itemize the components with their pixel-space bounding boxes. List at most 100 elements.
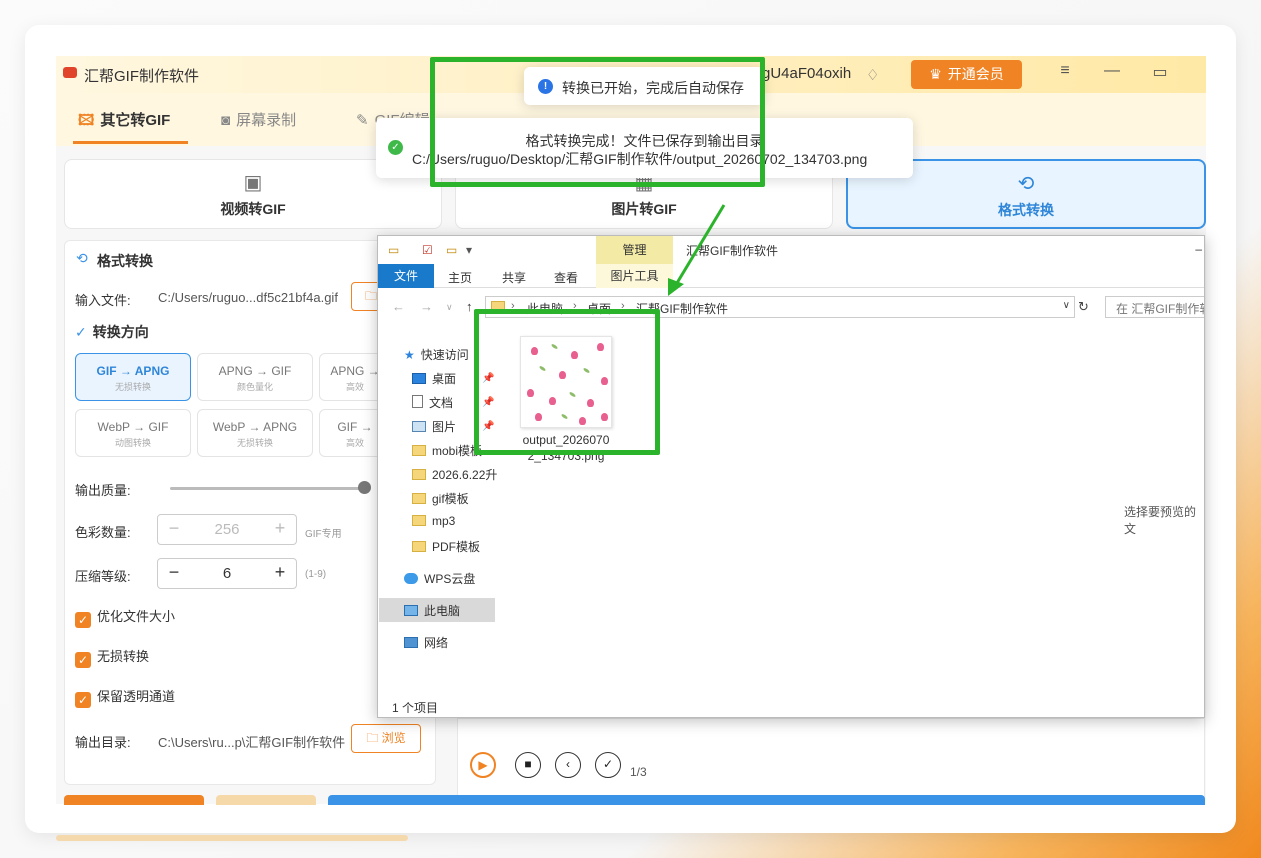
tab-other-to-gif[interactable]: 🖾 其它转GIF (78, 109, 170, 135)
option-webp-to-gif[interactable]: WebP → GIF 动图转换 (75, 409, 191, 457)
plus-icon[interactable]: + (270, 518, 290, 539)
back-icon[interactable]: ← (392, 299, 405, 314)
up-icon[interactable]: ↑ (466, 299, 473, 314)
tree-network[interactable]: 网络 (404, 634, 448, 651)
network-icon (404, 637, 418, 648)
option-sub: 动图转换 (114, 438, 151, 448)
output-label: 输出目录: (75, 735, 131, 750)
direction-title-text: 转换方向 (92, 324, 149, 340)
option-gif-to-apng[interactable]: GIF → APNG 无损转换 (75, 353, 191, 401)
confirm-button[interactable]: ✓ (595, 752, 621, 778)
compress-label: 压缩等级: (75, 569, 131, 584)
hamburger-icon[interactable]: ≡ (1054, 62, 1076, 80)
minus-icon[interactable]: − (164, 518, 184, 539)
tree-label: 网络 (424, 636, 449, 650)
star-icon: ★ (404, 348, 415, 362)
ribbon-tabs: 文件 主页 共享 查看 图片工具 (378, 264, 1204, 288)
vip-button[interactable]: ♛ 开通会员 (911, 60, 1022, 89)
properties-icon[interactable]: ☑ (422, 243, 433, 257)
highlight-box-file (474, 309, 660, 455)
close-icon[interactable]: – (1195, 242, 1202, 256)
check-optimize-size[interactable]: ✓ 优化文件大小 (75, 606, 175, 628)
play-button[interactable]: ▶ (470, 752, 496, 778)
check-icon: ✓ (602, 757, 614, 771)
direction-title: ✓ 转换方向 (75, 322, 149, 342)
checkbox-checked-icon[interactable]: ✓ (75, 652, 91, 668)
checkbox-checked-icon[interactable]: ✓ (75, 612, 91, 628)
chevron-down-icon[interactable]: ∨ (1063, 300, 1070, 311)
camera-icon: ◙ (221, 112, 231, 129)
checkbox-checked-icon[interactable]: ✓ (75, 692, 91, 708)
plus-icon[interactable]: + (270, 562, 290, 583)
tree-label: mp3 (432, 514, 456, 528)
tree-wps-cloud[interactable]: WPS云盘 (404, 570, 475, 587)
option-apng-to-gif[interactable]: APNG → GIF 颜色量化 (197, 353, 313, 401)
ribbon-home[interactable]: 主页 (448, 269, 472, 286)
ribbon-manage[interactable]: 管理 (596, 236, 673, 264)
output-browse-button[interactable]: 🗀 浏览 (351, 724, 421, 753)
quality-slider-handle[interactable] (357, 481, 371, 494)
colors-stepper[interactable]: − 256 + (157, 514, 297, 545)
chevron-left-icon: ‹ (566, 757, 570, 771)
app-logo-icon (63, 67, 77, 78)
folder-icon[interactable]: ▭ (388, 243, 399, 257)
new-folder-icon[interactable]: ▭ (446, 243, 457, 257)
folder-icon: 🗀 (364, 289, 377, 303)
maximize-icon[interactable]: ▭ (1149, 62, 1171, 82)
tree-quick-access[interactable]: ★ 快速访问 (404, 346, 469, 363)
tree-label: 此电脑 (424, 604, 461, 618)
folder-icon (412, 469, 426, 480)
pictures-icon (412, 421, 426, 432)
tree-pictures[interactable]: 图片 (412, 418, 456, 435)
tree-label: gif模板 (432, 492, 469, 506)
refresh-icon[interactable]: ↻ (1078, 299, 1089, 315)
quality-slider[interactable] (170, 487, 370, 490)
tree-documents[interactable]: 文档 (412, 394, 453, 411)
option-main: APNG → GIF (218, 364, 292, 378)
dropdown-icon[interactable]: ▾ (466, 243, 472, 257)
prev-button[interactable]: ‹ (555, 752, 581, 778)
secondary-button-edge[interactable] (216, 795, 316, 805)
minimize-icon[interactable]: — (1101, 62, 1123, 80)
tree-desktop[interactable]: 桌面 (412, 370, 456, 387)
start-button-edge[interactable] (64, 795, 204, 805)
folder-icon (412, 515, 426, 526)
tree-label: 2026.6.22升 (432, 468, 498, 482)
check-lossless[interactable]: ✓ 无损转换 (75, 646, 149, 668)
search-input[interactable]: 在 汇帮GIF制作软 (1105, 296, 1204, 318)
compress-stepper[interactable]: − 6 + (157, 558, 297, 589)
tree-this-pc[interactable]: 此电脑 (404, 602, 460, 619)
ribbon-share[interactable]: 共享 (502, 269, 526, 286)
stop-button[interactable]: ■ (515, 752, 541, 778)
option-main: GIF → APNG (96, 364, 170, 378)
tree-folder-pdf[interactable]: PDF模板 (412, 538, 480, 555)
tree-label: 文档 (429, 396, 454, 410)
tree-folder-mobi[interactable]: mobi模板 (412, 442, 482, 459)
ribbon-picture-tools[interactable]: 图片工具 (596, 264, 673, 288)
tree-label: 桌面 (432, 372, 457, 386)
ribbon-view[interactable]: 查看 (554, 269, 578, 286)
forward-icon[interactable]: → (420, 299, 433, 314)
minus-icon[interactable]: − (164, 562, 184, 583)
tree-folder-mp3[interactable]: mp3 (412, 514, 455, 528)
app-title: 汇帮GIF制作软件 (84, 68, 199, 85)
tab-screen-record[interactable]: ◙ 屏幕录制 (221, 109, 296, 130)
chevron-down-icon[interactable]: ∨ (446, 302, 453, 313)
option-webp-to-apng[interactable]: WebP → APNG 无损转换 (197, 409, 313, 457)
document-icon (412, 395, 423, 408)
ribbon-file[interactable]: 文件 (378, 264, 434, 288)
tree-folder-date[interactable]: 2026.6.22升 (412, 466, 497, 483)
play-icon: ▶ (478, 758, 488, 772)
check-keep-alpha[interactable]: ✓ 保留透明通道 (75, 686, 175, 708)
diamond-icon: ♢ (866, 67, 880, 84)
folder-icon (412, 493, 426, 504)
option-sub: 无损转换 (236, 438, 273, 448)
file-explorer-window: ▭ ☑ ▭ ▾ 管理 汇帮GIF制作软件 – 文件 主页 共享 查看 图片工具 … (377, 235, 1205, 718)
tree-folder-gif[interactable]: gif模板 (412, 490, 469, 507)
tab-label: 屏幕录制 (236, 112, 297, 129)
quality-label: 输出质量: (75, 483, 131, 498)
preview-hint: 选择要预览的文 (1124, 505, 1197, 536)
convert-icon: ⟲ (76, 250, 88, 266)
user-id[interactable]: gU4aF04oxih (762, 65, 851, 82)
panel-title: 格式转换 (97, 253, 153, 269)
